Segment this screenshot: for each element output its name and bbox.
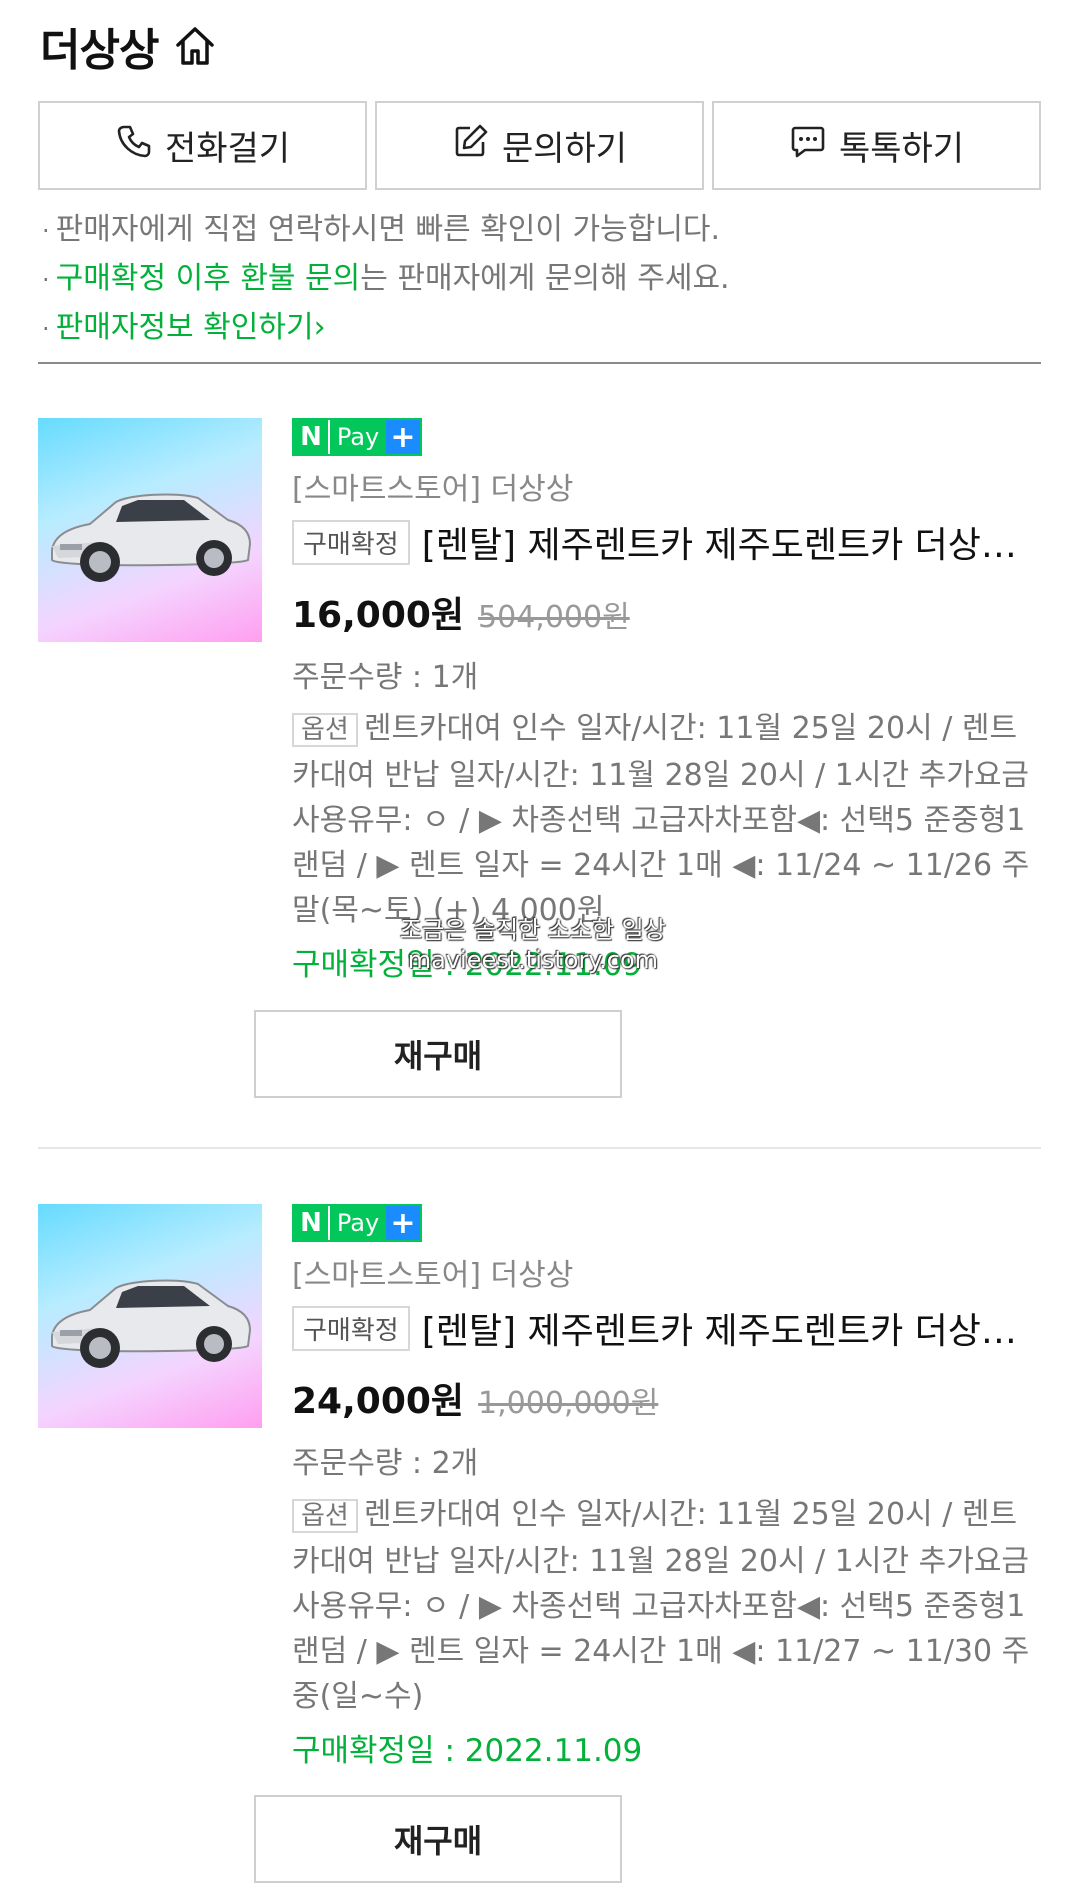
watermark: 조금은 솔직한 소소한 일상 mavieest.tistory.com (400, 915, 666, 975)
product-title[interactable]: [렌탈] 제주렌트카 제주도렌트카 더상상 고급자차포함 (422, 516, 1042, 568)
call-button-label: 전화걸기 (164, 129, 291, 169)
call-button[interactable]: 전화걸기 (38, 101, 367, 190)
store-name[interactable]: 더상상 (40, 14, 159, 78)
option-text: 렌트카대여 인수 일자/시간: 11월 25일 20시 / 렌트카대여 반납 일… (292, 711, 1030, 928)
seller-info-link[interactable]: 판매자정보 확인하기 (56, 310, 314, 345)
chevron-right-icon: › (313, 310, 326, 345)
talktalk-button-label: 톡톡하기 (838, 129, 965, 169)
order-quantity: 주문수량 : 2개 (292, 1446, 479, 1481)
plus-icon: + (386, 420, 420, 455)
product-title[interactable]: [렌탈] 제주렌트카 제주도렌트카 더상상 고급자차포함 (422, 1302, 1042, 1354)
store-header[interactable]: 더상상 (40, 14, 220, 78)
section-divider (38, 362, 1041, 364)
npay-pay-label: Pay (328, 420, 386, 454)
npay-n-icon: N (294, 1206, 328, 1240)
plus-icon: + (386, 1206, 420, 1241)
title-row[interactable]: 구매확정 [렌탈] 제주렌트카 제주도렌트카 더상상 고급자차포함 (292, 516, 1042, 568)
npay-n-icon: N (294, 420, 328, 454)
price-row: 24,000원 1,000,000원 (292, 1372, 1042, 1424)
original-price: 504,000원 (478, 600, 630, 635)
chat-icon (789, 122, 827, 169)
status-badge: 구매확정 (292, 1305, 410, 1351)
seller-name[interactable]: [스마트스토어] 더상상 (292, 464, 1042, 508)
contact-buttons: 전화걸기 문의하기 톡톡하기 (38, 101, 1041, 190)
seller-notes: · 판매자에게 직접 연락하시면 빠른 확인이 가능합니다. · 구매확정 이후 환… (42, 206, 730, 353)
inquiry-button-label: 문의하기 (501, 129, 628, 169)
order-option: 옵션 렌트카대여 인수 일자/시간: 11월 25일 20시 / 렌트카대여 반납… (292, 1492, 1042, 1719)
price-row: 16,000원 504,000원 (292, 586, 1042, 638)
note-line: · 판매자정보 확인하기› (42, 310, 326, 345)
product-thumbnail[interactable] (38, 1204, 262, 1428)
npay-plus-badge: N Pay + (292, 418, 422, 456)
rebuy-button[interactable]: 재구매 (254, 1010, 622, 1098)
order-quantity: 주문수량 : 1개 (292, 660, 479, 695)
watermark-line: 조금은 솔직한 소소한 일상 (400, 916, 666, 944)
note-text: 는 판매자에게 문의해 주세요. (360, 261, 730, 296)
npay-plus-badge: N Pay + (292, 1204, 422, 1242)
inquiry-button[interactable]: 문의하기 (375, 101, 704, 190)
car-image (51, 1279, 252, 1368)
watermark-line: mavieest.tistory.com (407, 946, 659, 974)
rebuy-button[interactable]: 재구매 (254, 1795, 622, 1883)
talktalk-button[interactable]: 톡톡하기 (712, 101, 1041, 190)
edit-icon (452, 122, 490, 169)
order-info: N Pay + [스마트스토어] 더상상 구매확정 [렌탈] 제주렌트카 제주도… (292, 418, 1042, 984)
price: 16,000원 (292, 595, 465, 636)
order-info: N Pay + [스마트스토어] 더상상 구매확정 [렌탈] 제주렌트카 제주도… (292, 1204, 1042, 1770)
note-line: · 판매자에게 직접 연락하시면 빠른 확인이 가능합니다. (42, 212, 721, 247)
order-divider (38, 1147, 1041, 1149)
option-tag: 옵션 (292, 713, 358, 747)
car-image (51, 493, 252, 582)
option-tag: 옵션 (292, 1499, 358, 1533)
option-text: 렌트카대여 인수 일자/시간: 11월 25일 20시 / 렌트카대여 반납 일… (292, 1497, 1030, 1714)
note-line: · 구매확정 이후 환불 문의는 판매자에게 문의해 주세요. (42, 261, 730, 296)
seller-name[interactable]: [스마트스토어] 더상상 (292, 1250, 1042, 1294)
home-icon[interactable] (170, 21, 220, 71)
order-option: 옵션 렌트카대여 인수 일자/시간: 11월 25일 20시 / 렌트카대여 반납… (292, 706, 1042, 933)
phone-icon (115, 122, 153, 169)
price: 24,000원 (292, 1381, 465, 1422)
refund-note-highlight: 구매확정 이후 환불 문의 (55, 261, 361, 296)
original-price: 1,000,000원 (478, 1386, 659, 1421)
confirm-date: 구매확정일 : 2022.11.09 (292, 1733, 643, 1769)
note-text: 판매자에게 직접 연락하시면 빠른 확인이 가능합니다. (55, 212, 721, 247)
status-badge: 구매확정 (292, 519, 410, 565)
product-thumbnail[interactable] (38, 418, 262, 642)
npay-pay-label: Pay (328, 1206, 386, 1240)
title-row[interactable]: 구매확정 [렌탈] 제주렌트카 제주도렌트카 더상상 고급자차포함 (292, 1302, 1042, 1354)
